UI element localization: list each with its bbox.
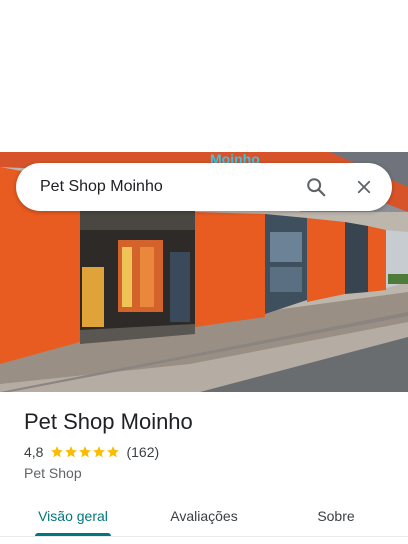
star-icon [65,446,78,458]
search-bar[interactable]: Pet Shop Moinho [16,163,392,211]
search-button[interactable] [292,163,340,211]
clear-button[interactable] [340,163,388,211]
tab-about[interactable]: Sobre [296,494,376,538]
place-title: Pet Shop Moinho [24,409,193,434]
tab-reviews[interactable]: Avaliações [154,494,254,538]
search-input[interactable]: Pet Shop Moinho [40,178,292,196]
star-icon [107,446,120,458]
review-count[interactable]: (162) [126,444,159,460]
close-icon [357,180,371,194]
rating-value: 4,8 [24,444,44,460]
active-tab-indicator [35,533,111,536]
tab-overview[interactable]: Visão geral [24,494,122,538]
place-tabs: Visão geral Avaliações Sobre [0,494,408,538]
star-icon [79,446,92,458]
search-icon [307,178,326,197]
place-category[interactable]: Pet Shop [24,465,82,481]
star-icon [51,446,64,458]
star-icon [93,446,106,458]
rating-row[interactable]: 4,8 (162) [24,444,159,460]
tabs-divider [0,536,408,537]
star-rating [50,445,120,459]
